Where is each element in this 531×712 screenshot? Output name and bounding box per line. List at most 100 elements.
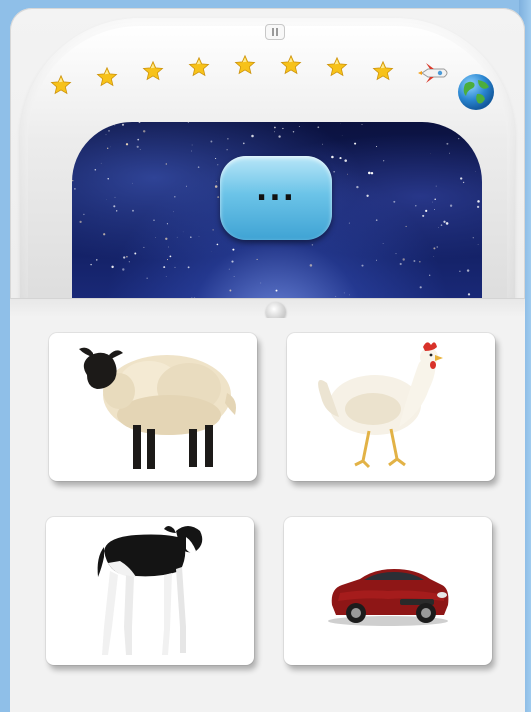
star-dot: [165, 237, 168, 240]
star-dot: [335, 296, 337, 297]
star-dot: [435, 185, 437, 187]
star-dot: [105, 134, 107, 136]
star-dot: [440, 224, 443, 226]
star-dot: [83, 126, 87, 129]
star-dot: [163, 266, 166, 269]
star-dot: [185, 185, 187, 187]
star-dot: [214, 185, 218, 188]
star-dot: [165, 163, 167, 165]
star-dot: [100, 162, 102, 164]
star-dot: [366, 194, 369, 197]
star-dot: [197, 166, 200, 168]
space-window: ...: [72, 122, 482, 308]
star-dot: [169, 255, 172, 258]
star-dot: [94, 169, 97, 171]
star-dot: [309, 264, 313, 267]
star-icon: [326, 56, 348, 78]
star-dot: [356, 185, 359, 189]
speech-bubble-text: ...: [255, 173, 297, 208]
star-dot: [79, 220, 82, 224]
star-dot: [217, 164, 219, 166]
star-dot: [349, 294, 350, 296]
star-dot: [143, 246, 145, 248]
star-dot: [311, 244, 314, 246]
star-dot: [260, 282, 262, 284]
star-dot: [395, 253, 397, 255]
star-dot: [142, 130, 146, 133]
star-dot: [354, 142, 357, 145]
star-dot: [251, 134, 254, 138]
star-dot: [368, 171, 371, 175]
star-dot: [443, 220, 446, 223]
star-dot: [217, 196, 220, 199]
hen-picture: [318, 342, 443, 469]
star-dot: [273, 131, 276, 133]
star-dot: [446, 142, 449, 145]
star-dot: [436, 246, 438, 248]
star-dot: [103, 233, 106, 236]
star-dot: [476, 205, 480, 209]
star-icon: [50, 74, 72, 96]
star-dot: [418, 260, 421, 263]
star-dot: [459, 270, 461, 272]
star-dot: [114, 124, 116, 126]
choice-card-calf[interactable]: [46, 517, 254, 665]
choice-card-sheep[interactable]: [49, 333, 257, 481]
star-dot: [123, 256, 126, 259]
star-dot: [445, 222, 449, 225]
star-dot: [111, 265, 114, 269]
star-dot: [242, 142, 245, 145]
pause-button[interactable]: [265, 24, 285, 40]
star-dot: [168, 246, 169, 248]
star-dot: [125, 143, 129, 146]
star-dot: [176, 236, 178, 238]
star-dot: [347, 173, 348, 175]
star-icon: [96, 66, 118, 88]
star-dot: [475, 170, 476, 172]
star-dot: [227, 138, 229, 140]
star-dot: [322, 143, 323, 145]
star-dot: [415, 205, 417, 207]
star-dot: [174, 196, 176, 198]
star-dot: [433, 247, 436, 250]
star-dot: [333, 171, 335, 173]
star-dot: [153, 219, 155, 221]
star-dot: [198, 236, 200, 237]
star-dot: [344, 159, 347, 162]
star-dot: [113, 205, 116, 208]
star-dot: [282, 127, 284, 130]
star-dot: [215, 157, 217, 160]
star-dot: [292, 131, 295, 133]
star-icon: [372, 60, 394, 82]
star-dot: [256, 258, 258, 260]
star-dot: [317, 126, 320, 129]
star-dot: [393, 200, 396, 203]
star-dot: [136, 145, 139, 148]
choice-card-car[interactable]: [284, 517, 492, 665]
star-dot: [383, 160, 385, 162]
rocket-icon: [418, 60, 452, 86]
star-dot: [165, 276, 167, 277]
star-dot: [343, 292, 345, 294]
star-dot: [131, 182, 133, 184]
star-dot: [449, 204, 453, 207]
star-dot: [132, 209, 134, 212]
star-dot: [72, 180, 74, 182]
star-dot: [434, 198, 436, 201]
star-dot: [232, 248, 235, 251]
star-dot: [376, 259, 377, 261]
car-picture: [328, 569, 449, 626]
star-icon: [188, 56, 210, 78]
star-icon: [142, 60, 164, 82]
star-dot: [212, 229, 214, 231]
star-dot: [370, 171, 374, 175]
star-dot: [348, 222, 350, 224]
star-dot: [126, 255, 128, 258]
choice-card-hen[interactable]: [287, 333, 495, 481]
star-dot: [376, 146, 378, 147]
star-dot: [419, 286, 422, 289]
star-dot: [473, 122, 474, 124]
star-dot: [402, 258, 405, 261]
star-dot: [187, 266, 190, 269]
earth-globe-icon: [456, 72, 496, 112]
